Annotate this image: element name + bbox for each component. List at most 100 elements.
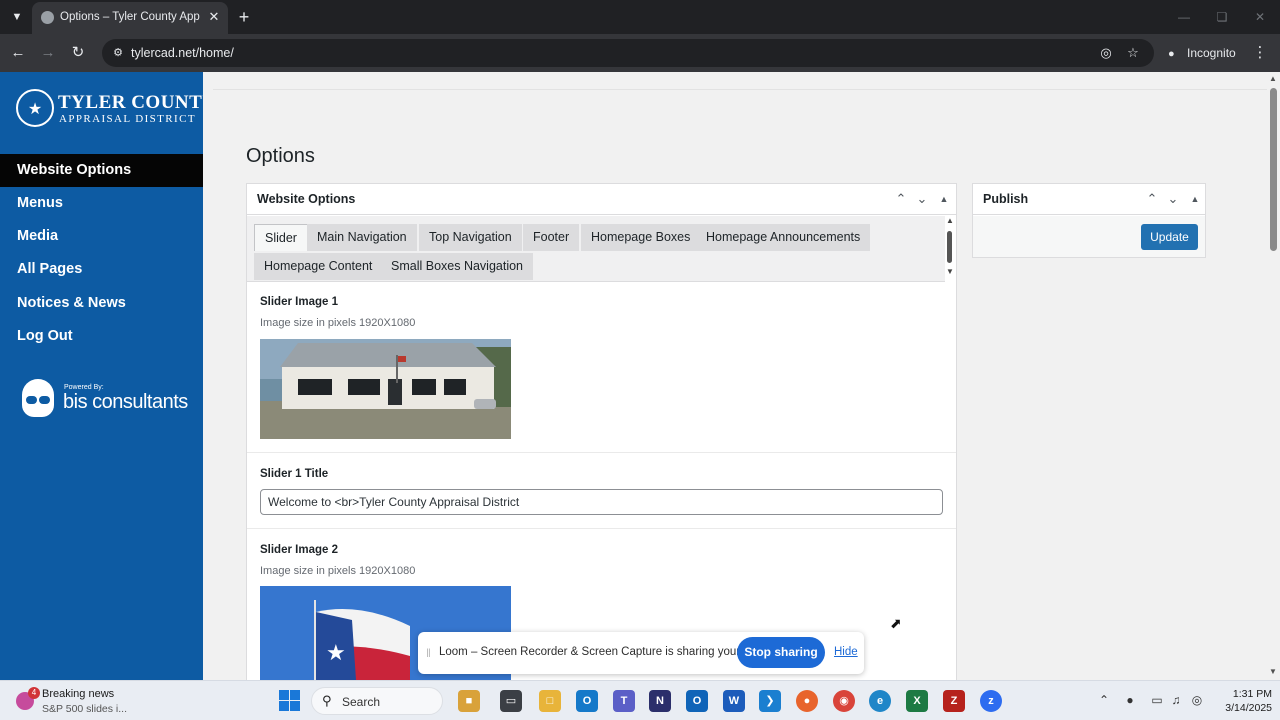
reload-icon[interactable]: ↻	[68, 43, 88, 63]
slider1-image-label: Slider Image 1	[260, 296, 338, 308]
logo-line2: APPRAISAL DISTRICT	[59, 113, 196, 125]
admin-sidebar: ★ TYLER COUNTY APPRAISAL DISTRICT Websit…	[0, 72, 216, 680]
edge-icon[interactable]: e	[869, 690, 891, 712]
news-title: Breaking news	[42, 688, 115, 700]
news-widget[interactable]: 4 Breaking news S&P 500 slides i...	[14, 685, 164, 717]
outlook-icon[interactable]: O	[686, 690, 708, 712]
tab-search-chevron-icon[interactable]: ▼	[8, 8, 26, 26]
collapse-toggle-icon[interactable]: ▲	[936, 191, 952, 207]
collapse-toggle-icon[interactable]: ▲	[1187, 191, 1203, 207]
sidebar-item-menus[interactable]: Menus	[0, 187, 203, 220]
tab-main-navigation[interactable]: Main Navigation	[307, 224, 417, 251]
forward-arrow-icon[interactable]: →	[38, 43, 58, 63]
publish-title: Publish	[983, 192, 1029, 206]
nexus-app-icon[interactable]: N	[649, 690, 671, 712]
browser-tab-options[interactable]: Options – Tyler County Apprais ✕	[32, 2, 228, 34]
windows-start-icon[interactable]	[279, 690, 300, 711]
scroll-up-arrow-icon[interactable]: ▲	[946, 216, 954, 225]
browser-tabstrip: ▼ Options – Tyler County Apprais ✕ + — ❏…	[0, 0, 1280, 34]
slider1-image-desc: Image size in pixels 1920X1080	[260, 317, 416, 329]
move-up-icon[interactable]: ⌃	[1144, 191, 1160, 207]
teams-icon[interactable]: T	[613, 690, 635, 712]
tray-overflow-chevron-icon[interactable]: ⌃	[1096, 692, 1112, 708]
sidebar-item-log-out[interactable]: Log Out	[0, 320, 203, 353]
incognito-label: Incognito	[1187, 46, 1236, 60]
website-options-box: Website Options ⌃ ⌄ ▲ Slider Main Naviga…	[246, 183, 957, 680]
outlook-new-icon[interactable]: O	[576, 690, 598, 712]
tab-small-boxes-navigation[interactable]: Small Boxes Navigation	[381, 253, 534, 280]
eye-slash-icon[interactable]: ◎	[1097, 45, 1115, 61]
network-icon[interactable]: ◎	[1189, 692, 1205, 708]
sidebar-item-website-options[interactable]: Website Options	[0, 154, 203, 187]
back-arrow-icon[interactable]: ←	[8, 43, 28, 63]
filezilla-icon[interactable]: Z	[943, 690, 965, 712]
firefox-icon[interactable]: ●	[796, 690, 818, 712]
sidebar-item-all-pages[interactable]: All Pages	[0, 253, 203, 286]
slider1-image[interactable]	[260, 339, 511, 439]
vscode-icon[interactable]: ❯	[759, 690, 781, 712]
zoom-icon[interactable]: z	[980, 690, 1002, 712]
field-divider	[247, 452, 956, 453]
briefcase-app-icon[interactable]: ■	[458, 690, 480, 712]
page-scrollbar[interactable]: ▲ ▼	[1267, 72, 1280, 680]
move-down-icon[interactable]: ⌄	[1165, 191, 1181, 207]
county-seal-icon: ★	[16, 89, 54, 127]
hide-link[interactable]: Hide	[834, 646, 858, 658]
move-down-icon[interactable]: ⌄	[914, 191, 930, 207]
web-page: ★ TYLER COUNTY APPRAISAL DISTRICT Websit…	[0, 72, 1280, 680]
sidebar-item-notices-news[interactable]: Notices & News	[0, 287, 203, 320]
taskbar-clock[interactable]: 1:31 PM 3/14/2025	[1216, 687, 1272, 715]
scroll-down-arrow-icon[interactable]: ▼	[1269, 667, 1277, 676]
tab-homepage-content[interactable]: Homepage Content	[254, 253, 383, 280]
slider1-title-label: Slider 1 Title	[260, 468, 329, 480]
microphone-icon[interactable]: ●	[1122, 692, 1138, 708]
powered-by-logo[interactable]: Powered By: bis consultants	[22, 375, 192, 419]
scroll-up-arrow-icon[interactable]: ▲	[1269, 74, 1277, 83]
sidebar-item-media[interactable]: Media	[0, 220, 203, 253]
maximize-icon[interactable]: ❏	[1212, 8, 1232, 26]
logo-line1: TYLER COUNTY	[58, 92, 217, 113]
window-close-icon[interactable]: ✕	[1250, 8, 1270, 26]
windows-taskbar: 4 Breaking news S&P 500 slides i... ⚲ Se…	[0, 680, 1280, 720]
clock-time: 1:31 PM	[1232, 688, 1272, 700]
move-up-icon[interactable]: ⌃	[893, 191, 909, 207]
terminal-app-icon[interactable]: ▭	[500, 690, 522, 712]
svg-text:★: ★	[326, 641, 346, 666]
update-button[interactable]: Update	[1141, 224, 1198, 250]
display-icon[interactable]: ▭	[1149, 692, 1165, 708]
new-tab-plus-icon[interactable]: +	[234, 7, 254, 27]
incognito-indicator[interactable]: ● Incognito	[1168, 44, 1236, 62]
browser-menu-icon[interactable]: ⋮	[1252, 43, 1268, 63]
options-tabs: Slider Main Navigation Top Navigation Fo…	[247, 216, 945, 282]
tab-slider[interactable]: Slider	[254, 224, 308, 251]
site-logo[interactable]: ★ TYLER COUNTY APPRAISAL DISTRICT	[16, 88, 216, 130]
chrome-icon[interactable]: ◉	[833, 690, 855, 712]
drag-handle-icon[interactable]: ‖	[426, 646, 432, 660]
site-settings-icon[interactable]: ⚙	[110, 45, 126, 61]
stop-sharing-button[interactable]: Stop sharing	[737, 637, 825, 668]
url-text[interactable]: tylercad.net/home/	[131, 46, 234, 60]
news-subtitle: S&P 500 slides i...	[42, 703, 128, 715]
scroll-thumb[interactable]	[947, 231, 952, 263]
page-scroll-thumb[interactable]	[1270, 88, 1277, 251]
box-title: Website Options	[257, 192, 356, 206]
globe-icon	[41, 11, 54, 24]
file-explorer-icon[interactable]: □	[539, 690, 561, 712]
volume-icon[interactable]: ♫	[1168, 692, 1184, 708]
word-icon[interactable]: W	[723, 690, 745, 712]
publish-body: Update	[973, 216, 1205, 257]
tab-homepage-announcements[interactable]: Homepage Announcements	[696, 224, 871, 251]
address-bar[interactable]: ⚙ tylercad.net/home/ ◎ ☆	[102, 39, 1154, 67]
slider1-title-input[interactable]: Welcome to <br>Tyler County Appraisal Di…	[260, 489, 943, 515]
tab-top-navigation[interactable]: Top Navigation	[419, 224, 522, 251]
taskbar-search[interactable]: ⚲ Search	[311, 687, 443, 715]
scroll-down-arrow-icon[interactable]: ▼	[946, 267, 954, 276]
slider2-image-label: Slider Image 2	[260, 544, 338, 556]
minimize-icon[interactable]: —	[1174, 8, 1194, 26]
tab-footer[interactable]: Footer	[523, 224, 580, 251]
tab-homepage-boxes[interactable]: Homepage Boxes	[581, 224, 701, 251]
close-icon[interactable]: ✕	[206, 9, 222, 25]
tabs-scrollbar[interactable]: ▲ ▼	[945, 216, 956, 282]
excel-icon[interactable]: X	[906, 690, 928, 712]
bookmark-star-icon[interactable]: ☆	[1124, 45, 1142, 61]
